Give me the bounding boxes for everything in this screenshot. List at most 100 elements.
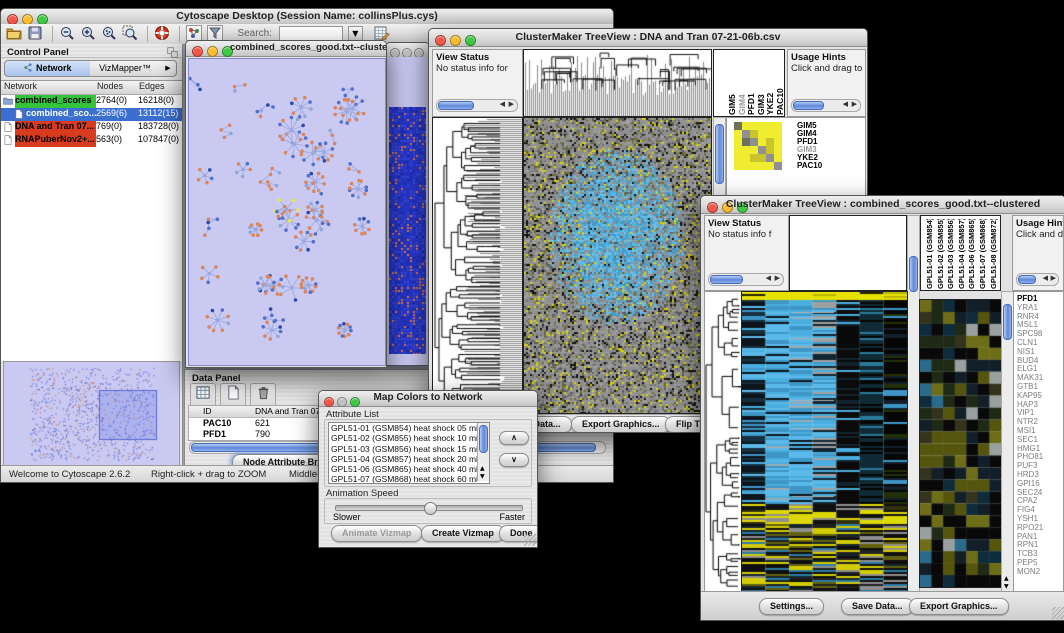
network-view-title: combined_scores_good.txt--cluste... xyxy=(230,42,386,53)
resize-grip[interactable] xyxy=(524,534,536,546)
scroll-thumb[interactable] xyxy=(710,275,743,284)
scroll-up-icon[interactable]: ▲ xyxy=(1004,575,1009,582)
scroll-left-icon[interactable]: ◀ xyxy=(843,100,848,108)
gene-list-panel: PFD1YRA1RNR4MSL1SPC98CLN1NIS1BUD4ELG1MAK… xyxy=(1013,291,1064,593)
network-edges-count: 16218(0) xyxy=(138,95,182,105)
gene-label[interactable]: MON2 xyxy=(1017,568,1043,577)
row-id: PAC10 xyxy=(203,418,231,428)
scroll-left-icon[interactable]: ◀ xyxy=(500,100,505,108)
scroll-left-icon[interactable]: ◀ xyxy=(1043,274,1048,282)
new-document-icon[interactable] xyxy=(220,383,246,406)
resize-grip[interactable] xyxy=(1052,607,1064,619)
open-file-icon[interactable] xyxy=(6,25,25,43)
network-canvas[interactable] xyxy=(188,58,386,366)
trash-icon[interactable] xyxy=(250,383,276,406)
matrix-cell xyxy=(734,138,742,146)
main-titlebar[interactable]: Cytoscape Desktop (Session Name: collins… xyxy=(1,9,613,25)
network-table-header[interactable]: Network Nodes Edges xyxy=(1,81,182,95)
create-vizmap-button[interactable]: Create Vizmap xyxy=(421,525,505,542)
heatmap-main[interactable] xyxy=(523,117,712,414)
attribute-listbox[interactable]: GPL51-01 (GSM854) heat shock 05 minGPL51… xyxy=(328,422,490,484)
scroll-thumb[interactable] xyxy=(909,256,918,292)
tab-vizmapper[interactable]: VizMapper™ xyxy=(90,60,161,77)
scroll-up-icon[interactable]: ▲ xyxy=(480,465,485,472)
attribute-item[interactable]: GPL51-06 (GSM865) heat shock 40 min xyxy=(331,464,477,474)
row-dendrogram[interactable] xyxy=(704,291,742,593)
scroll-down-icon[interactable]: ▼ xyxy=(1004,583,1009,590)
network-table-row[interactable]: combined_sco...2569(6)13112(15) xyxy=(1,108,182,121)
scroll-thumb[interactable] xyxy=(1003,304,1012,340)
scroll-right-icon[interactable]: ▶ xyxy=(509,100,514,108)
matrix-cell xyxy=(750,138,758,146)
usage-hints-hscrollbar[interactable]: ◀▶ xyxy=(791,99,861,112)
scroll-thumb[interactable] xyxy=(438,101,474,110)
heatmap-global[interactable] xyxy=(919,299,1002,588)
similarity-matrix[interactable] xyxy=(734,122,782,170)
scroll-thumb[interactable] xyxy=(479,425,488,453)
scroll-thumb[interactable] xyxy=(715,124,724,184)
animation-speed-slider[interactable] xyxy=(335,505,523,511)
treeview2-titlebar[interactable]: ClusterMaker TreeView : combined_scores_… xyxy=(701,196,1064,214)
scroll-thumb[interactable] xyxy=(793,101,824,110)
scroll-right-icon[interactable]: ▶ xyxy=(852,100,857,108)
attribute-item[interactable]: GPL51-01 (GSM854) heat shock 05 min xyxy=(331,423,477,433)
desktop: Cytoscape Desktop (Session Name: collins… xyxy=(0,0,1064,633)
network-table-row[interactable]: RNAPuberNov2+...563(0)107847(0) xyxy=(1,134,182,147)
birdseye-view[interactable] xyxy=(3,361,180,466)
tab-network[interactable]: Network xyxy=(4,60,92,77)
save-data-button[interactable]: Save Data... xyxy=(841,598,914,615)
matrix-cell xyxy=(766,154,774,162)
view-status-hscrollbar[interactable]: ◀▶ xyxy=(708,273,784,286)
export-graphics-button[interactable]: Export Graphics... xyxy=(909,598,1009,615)
zoom-out-icon[interactable] xyxy=(59,25,78,43)
zoom-fit-icon[interactable] xyxy=(101,25,120,43)
background-window-titlebar[interactable] xyxy=(386,43,429,58)
scroll-down-icon[interactable]: ▼ xyxy=(480,473,485,480)
scroll-right-icon[interactable]: ▶ xyxy=(1051,274,1056,282)
scroll-left-icon[interactable]: ◀ xyxy=(766,274,771,282)
attribute-item[interactable]: GPL51-07 (GSM868) heat shock 60 min xyxy=(331,474,477,484)
usage-hints-hscrollbar[interactable]: ◀▶ xyxy=(1016,273,1059,286)
scroll-thumb[interactable] xyxy=(1018,275,1036,284)
column-dendrogram-area[interactable] xyxy=(789,215,907,291)
network-view-titlebar[interactable]: combined_scores_good.txt--cluste... xyxy=(186,41,386,57)
background-network-canvas[interactable] xyxy=(386,57,429,365)
zoom-in-icon[interactable] xyxy=(80,25,99,43)
treeview1-titlebar[interactable]: ClusterMaker TreeView : DNA and Tran 07-… xyxy=(429,29,867,47)
scroll-right-icon[interactable]: ▶ xyxy=(775,274,780,282)
network-table-row[interactable]: DNA and Tran 07...769(0)183728(0) xyxy=(1,121,182,134)
animate-vizmap-button[interactable]: Animate Vizmap xyxy=(331,525,422,542)
table-grid-icon[interactable] xyxy=(190,383,216,406)
column-label: GPL51-07 (GSM868) xyxy=(978,219,987,289)
minimize-icon[interactable] xyxy=(207,46,218,57)
move-up-button[interactable]: ∧ xyxy=(499,431,529,445)
background-network-window xyxy=(385,42,430,366)
dialog-titlebar[interactable]: Map Colors to Network xyxy=(319,391,537,407)
matrix-cell xyxy=(750,122,758,130)
settings-button[interactable]: Settings... xyxy=(759,598,824,615)
matrix-cell xyxy=(734,154,742,162)
zoom-selected-icon[interactable] xyxy=(122,25,141,43)
move-down-button[interactable]: ∨ xyxy=(499,453,529,467)
attribute-item[interactable]: GPL51-02 (GSM855) heat shock 10 min xyxy=(331,433,477,443)
document-icon xyxy=(3,122,13,134)
slider-label-faster: Faster xyxy=(499,512,525,522)
slider-thumb[interactable] xyxy=(424,502,437,515)
network-table-row[interactable]: combined_scores2764(0)16218(0) xyxy=(1,95,182,108)
matrix-cell xyxy=(774,146,782,154)
tab-overflow-button[interactable]: ▶ xyxy=(160,60,177,77)
row-dendrogram[interactable] xyxy=(432,117,523,414)
save-icon[interactable] xyxy=(27,25,46,43)
column-dendrogram[interactable] xyxy=(523,49,712,117)
help-lifesaver-icon[interactable] xyxy=(154,25,173,43)
close-icon[interactable] xyxy=(192,46,203,57)
export-graphics-button[interactable]: Export Graphics... xyxy=(571,416,671,433)
attribute-item[interactable]: GPL51-03 (GSM856) heat shock 15 min xyxy=(331,444,477,454)
heatmap-main[interactable] xyxy=(741,291,908,593)
attribute-item[interactable]: GPL51-04 (GSM857) heat shock 20 min xyxy=(331,454,477,464)
view-status-hscrollbar[interactable]: ◀▶ xyxy=(436,99,518,112)
column-label: YKE2 xyxy=(765,54,775,115)
attribute-list-vscrollbar[interactable]: ▲▼ xyxy=(477,423,489,481)
network-table: Network Nodes Edges combined_scores2764(… xyxy=(1,80,182,361)
row-label: PAC10 xyxy=(797,162,822,170)
